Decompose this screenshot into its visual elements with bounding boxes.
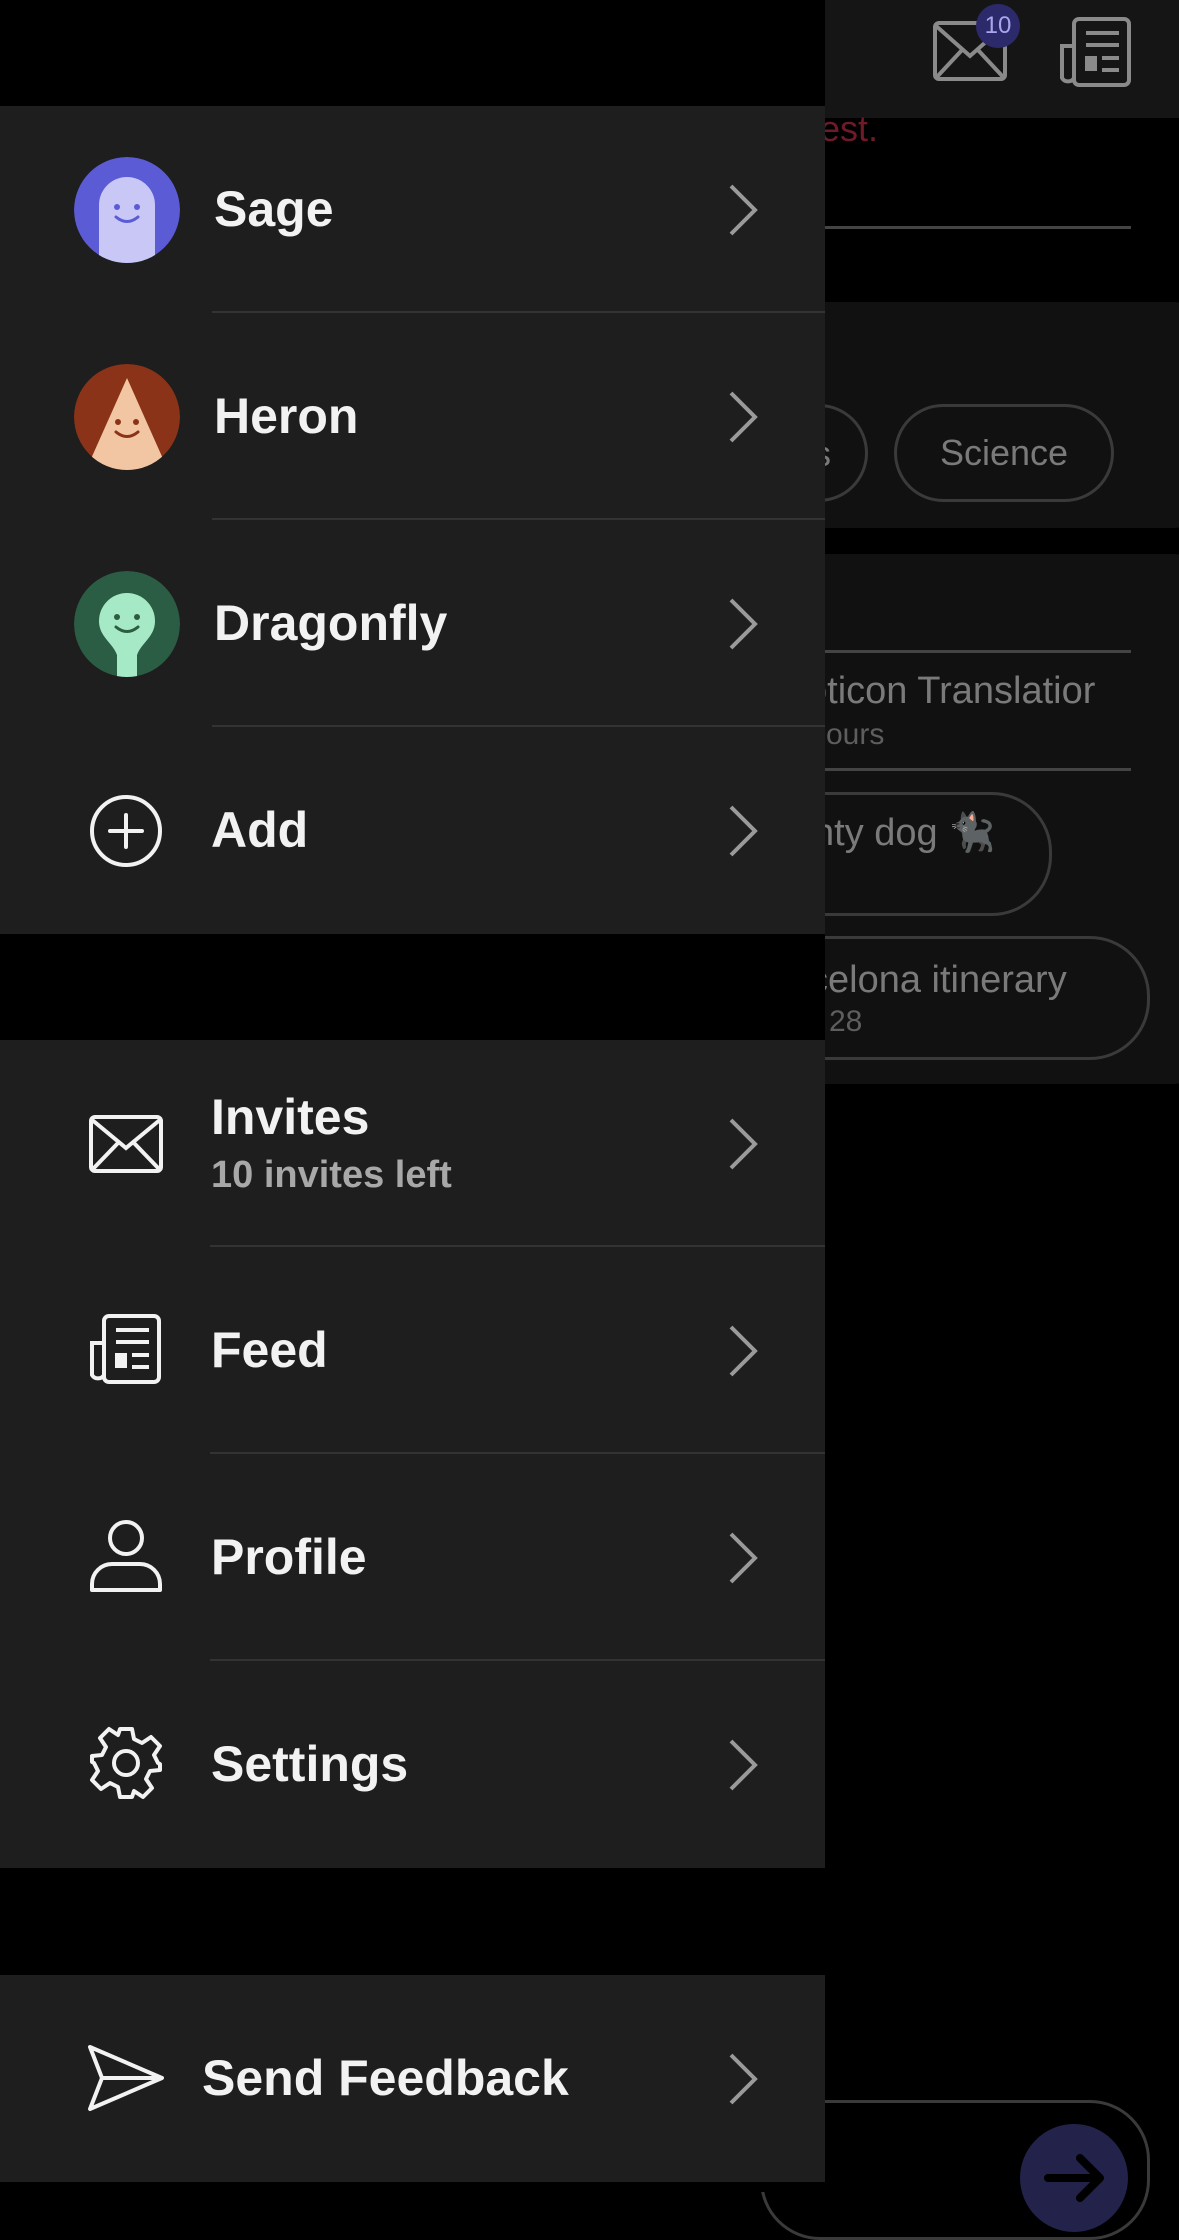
chat-meta: ours: [826, 718, 885, 751]
chevron-right-icon: [729, 2053, 758, 2105]
persona-name: Heron: [214, 388, 359, 444]
sage-avatar-icon: [74, 157, 180, 263]
chevron-right-icon: [729, 184, 758, 236]
heron-avatar-icon: [74, 364, 180, 470]
paper-plane-icon: [88, 2045, 164, 2111]
arrow-right-icon: [1044, 2154, 1104, 2202]
newspaper-icon[interactable]: [1058, 16, 1132, 88]
persona-row-sage[interactable]: Sage: [0, 106, 825, 313]
persona-row-heron[interactable]: Heron: [0, 313, 825, 520]
inbox-badge: 10: [976, 4, 1020, 48]
chevron-right-icon: [729, 391, 758, 443]
divider: [800, 226, 1131, 229]
menu-item-settings[interactable]: Settings: [0, 1661, 825, 1868]
chevron-right-icon: [729, 1739, 758, 1791]
menu-item-label: Profile: [211, 1529, 367, 1585]
divider: [800, 768, 1131, 771]
menu-item-feed[interactable]: Feed: [0, 1247, 825, 1454]
envelope-icon: [89, 1115, 163, 1173]
persona-name: Dragonfly: [214, 595, 448, 651]
menu-group: Invites 10 invites left Feed Profile Set…: [0, 1040, 825, 1868]
persona-row-dragonfly[interactable]: Dragonfly: [0, 520, 825, 727]
side-drawer: Sage Heron Dragonfly Add Invites 10 invi…: [0, 0, 825, 2192]
chat-title[interactable]: oticon Translatior: [806, 670, 1095, 713]
gear-icon: [90, 1727, 162, 1799]
menu-item-label: Settings: [211, 1736, 409, 1792]
chevron-right-icon: [729, 1532, 758, 1584]
dragonfly-avatar-icon: [74, 571, 180, 677]
chat-title: celona itinerary: [809, 959, 1067, 1001]
chevron-right-icon: [729, 1325, 758, 1377]
send-button[interactable]: [1020, 2124, 1128, 2232]
newspaper-icon: [90, 1314, 161, 1384]
chat-meta: 28: [829, 1005, 863, 1038]
plus-circle-icon: [90, 795, 162, 867]
menu-item-invites[interactable]: Invites 10 invites left: [0, 1040, 825, 1247]
send-feedback-label: Send Feedback: [202, 2050, 569, 2106]
feedback-group: Send Feedback: [0, 1975, 825, 2182]
chevron-right-icon: [729, 805, 758, 857]
send-feedback-row[interactable]: Send Feedback: [0, 1975, 825, 2182]
invites-remaining: 10 invites left: [211, 1154, 452, 1196]
avatar: [74, 364, 180, 470]
persona-name: Sage: [214, 181, 334, 237]
menu-item-label: Invites: [211, 1089, 370, 1145]
avatar: [74, 571, 180, 677]
menu-item-profile[interactable]: Profile: [0, 1454, 825, 1661]
add-label: Add: [211, 802, 309, 858]
person-icon: [90, 1520, 162, 1592]
chevron-right-icon: [729, 1118, 758, 1170]
personas-group: Sage Heron Dragonfly Add: [0, 106, 825, 934]
topic-pill-science[interactable]: Science: [894, 404, 1114, 502]
menu-item-label: Feed: [211, 1322, 328, 1378]
topic-pill-label: Science: [939, 432, 1069, 473]
chevron-right-icon: [729, 598, 758, 650]
divider: [800, 650, 1131, 653]
chat-title: nty dog 🐈‍⬛: [813, 812, 996, 854]
add-persona-row[interactable]: Add: [0, 727, 825, 934]
avatar: [74, 157, 180, 263]
